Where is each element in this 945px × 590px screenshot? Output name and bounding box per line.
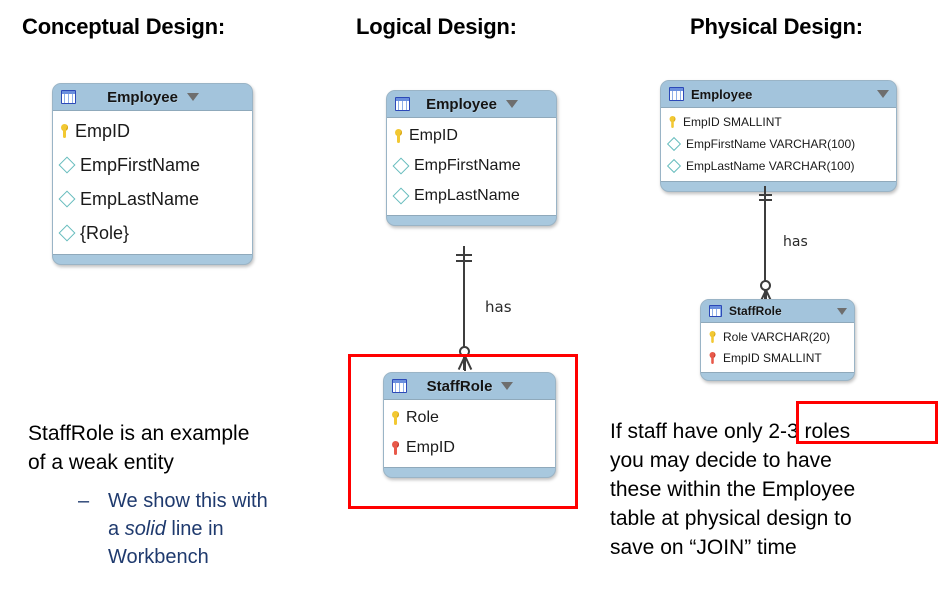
logical-employee-header[interactable]: Employee bbox=[387, 91, 556, 117]
table-icon bbox=[395, 97, 410, 111]
note-tip-line-2: you may decide to have bbox=[610, 449, 832, 472]
table-row[interactable]: EmpID bbox=[384, 433, 555, 463]
sub-bullet-line-2-pre: a bbox=[108, 518, 125, 540]
logical-staffrole-header[interactable]: StaffRole bbox=[384, 373, 555, 399]
note-tip-line-3: these within the Employee bbox=[610, 478, 856, 501]
physical-employee-columns: EmpID SMALLINT EmpFirstName VARCHAR(100)… bbox=[661, 107, 896, 182]
note-weak-entity-line-1: StaffRole is an example bbox=[28, 422, 250, 445]
column-label: EmpID SMALLINT bbox=[683, 115, 782, 129]
column-label: EmpLastName bbox=[414, 187, 520, 204]
table-row[interactable]: EmpID bbox=[387, 121, 556, 151]
attribute-diamond-icon bbox=[58, 224, 76, 242]
chevron-down-icon[interactable] bbox=[186, 93, 199, 101]
physical-employee-title: Employee bbox=[691, 86, 753, 102]
table-icon bbox=[669, 87, 684, 101]
attribute-diamond-icon bbox=[58, 190, 76, 208]
column-label: EmpFirstName VARCHAR(100) bbox=[686, 137, 856, 151]
table-row[interactable]: EmpLastName bbox=[387, 181, 556, 211]
column-label: Role VARCHAR(20) bbox=[723, 329, 831, 344]
heading-conceptual-design: Conceptual Design: bbox=[22, 14, 225, 39]
logical-staffrole-table[interactable]: StaffRole Role EmpID bbox=[383, 372, 556, 478]
column-label: EmpID SMALLINT bbox=[723, 350, 822, 365]
physical-relationship-label: has bbox=[783, 234, 808, 250]
sub-bullet-line-3: Workbench bbox=[108, 546, 209, 568]
column-label: Role bbox=[406, 409, 439, 426]
primary-key-icon bbox=[394, 129, 403, 143]
primary-key-icon bbox=[60, 124, 69, 138]
column-label: {Role} bbox=[80, 222, 130, 243]
logical-employee-table[interactable]: Employee EmpID EmpFirstName EmpLastName bbox=[386, 90, 557, 226]
table-icon bbox=[61, 90, 76, 104]
column-label: EmpFirstName bbox=[80, 154, 201, 175]
heading-physical-design: Physical Design: bbox=[690, 14, 863, 39]
table-row[interactable]: Role bbox=[384, 403, 555, 433]
conceptual-employee-header[interactable]: Employee bbox=[53, 84, 252, 110]
heading-logical-design: Logical Design: bbox=[356, 14, 517, 39]
physical-relationship-connector bbox=[748, 186, 782, 303]
note-physical-design-tip: If staff have only 2-3 roles you may dec… bbox=[610, 417, 945, 562]
note-tip-line-1: If staff have only 2-3 roles bbox=[610, 420, 851, 443]
logical-relationship-label: has bbox=[485, 298, 512, 316]
note-tip-line-4: table at physical design to bbox=[610, 507, 852, 530]
conceptual-employee-title: Employee bbox=[107, 88, 178, 106]
table-row[interactable]: EmpID SMALLINT bbox=[661, 111, 896, 133]
table-row[interactable]: Role VARCHAR(20) bbox=[701, 326, 854, 347]
conceptual-employee-table[interactable]: Employee EmpID EmpFirstName EmpLastName … bbox=[52, 83, 253, 265]
table-row[interactable]: EmpID SMALLINT bbox=[701, 347, 854, 368]
primary-key-icon bbox=[709, 330, 717, 343]
column-label: EmpID bbox=[406, 439, 455, 456]
logical-staffrole-columns: Role EmpID bbox=[384, 399, 555, 468]
table-icon bbox=[709, 305, 722, 317]
note-tip-line-5: save on “JOIN” time bbox=[610, 536, 797, 559]
physical-employee-header[interactable]: Employee bbox=[661, 81, 896, 107]
sub-bullet-line-2: a solid line in bbox=[108, 515, 353, 543]
sub-bullet-line-2-post: line in bbox=[165, 518, 224, 540]
attribute-diamond-icon bbox=[666, 158, 682, 174]
foreign-key-icon bbox=[709, 351, 717, 364]
table-row[interactable]: EmpFirstName bbox=[387, 151, 556, 181]
chevron-down-icon[interactable] bbox=[877, 90, 889, 98]
chevron-down-icon[interactable] bbox=[501, 382, 514, 390]
note-weak-entity-line-2: of a weak entity bbox=[28, 451, 174, 474]
table-row[interactable]: EmpFirstName VARCHAR(100) bbox=[661, 133, 896, 155]
chevron-down-icon[interactable] bbox=[837, 307, 847, 315]
foreign-key-icon bbox=[391, 441, 400, 455]
physical-staffrole-table[interactable]: StaffRole Role VARCHAR(20) EmpID SMALLIN… bbox=[700, 299, 855, 381]
physical-staffrole-columns: Role VARCHAR(20) EmpID SMALLINT bbox=[701, 322, 854, 373]
sub-bullet-line-1: We show this with bbox=[108, 490, 268, 512]
column-label: EmpLastName bbox=[80, 188, 200, 209]
table-row[interactable]: EmpLastName bbox=[53, 182, 252, 216]
table-row[interactable]: EmpID bbox=[53, 114, 252, 148]
table-row[interactable]: EmpFirstName bbox=[53, 148, 252, 182]
sub-bullet-emphasis: solid bbox=[124, 518, 166, 540]
logical-employee-columns: EmpID EmpFirstName EmpLastName bbox=[387, 117, 556, 216]
physical-employee-table[interactable]: Employee EmpID SMALLINT EmpFirstName VAR… bbox=[660, 80, 897, 192]
conceptual-employee-columns: EmpID EmpFirstName EmpLastName {Role} bbox=[53, 110, 252, 255]
logical-employee-title: Employee bbox=[426, 95, 497, 113]
physical-staffrole-header[interactable]: StaffRole bbox=[701, 300, 854, 322]
note-weak-entity: StaffRole is an example of a weak entity bbox=[28, 419, 348, 477]
attribute-diamond-icon bbox=[58, 156, 76, 174]
column-label: EmpID bbox=[409, 127, 458, 144]
primary-key-icon bbox=[669, 116, 677, 128]
table-row[interactable]: EmpLastName VARCHAR(100) bbox=[661, 155, 896, 177]
logical-staffrole-title: StaffRole bbox=[426, 377, 493, 395]
table-row[interactable]: {Role} bbox=[53, 216, 252, 250]
column-label: EmpID bbox=[75, 120, 131, 141]
bullet-dash-icon: – bbox=[78, 490, 90, 512]
logical-relationship-connector bbox=[444, 246, 484, 371]
attribute-diamond-icon bbox=[666, 136, 682, 152]
table-icon bbox=[392, 379, 407, 393]
note-workbench-sub-bullet: – We show this with a solid line in Work… bbox=[78, 487, 353, 571]
physical-staffrole-title: StaffRole bbox=[729, 304, 782, 318]
column-label: EmpFirstName bbox=[414, 157, 521, 174]
primary-key-icon bbox=[391, 411, 400, 425]
attribute-diamond-icon bbox=[392, 157, 410, 175]
attribute-diamond-icon bbox=[392, 187, 410, 205]
chevron-down-icon[interactable] bbox=[505, 100, 518, 108]
column-label: EmpLastName VARCHAR(100) bbox=[686, 159, 855, 173]
